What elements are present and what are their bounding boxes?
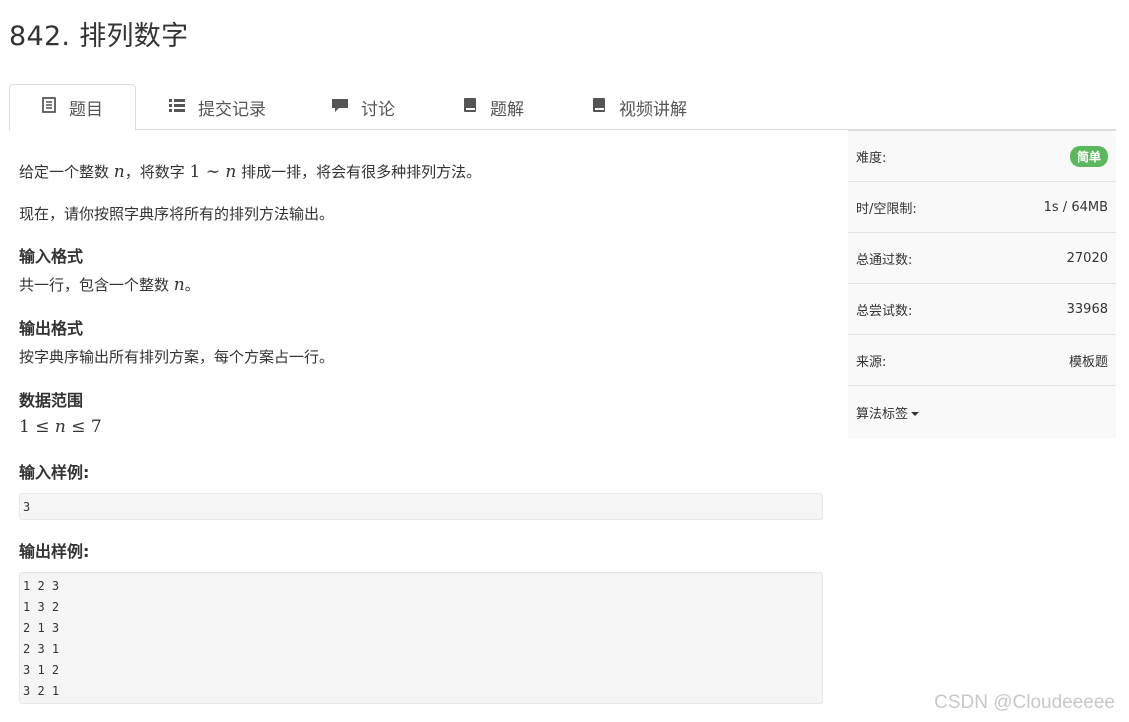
text: 共一行，包含一个整数: [19, 276, 174, 294]
algorithm-tags-toggle[interactable]: 算法标签: [848, 386, 1116, 438]
tab-submissions[interactable]: 提交记录: [168, 84, 266, 130]
math-num: 1: [189, 162, 201, 182]
comment-icon: [331, 97, 349, 118]
description-line-1: 给定一个整数 n，将数字 1 ∼ n 排成一排，将会有很多种排列方法。: [19, 161, 481, 182]
tab-video[interactable]: 视频讲解: [591, 84, 687, 130]
source-value[interactable]: 模板题: [1069, 351, 1108, 370]
attempts-label: 总尝试数:: [856, 303, 913, 319]
code-line: 1 2 3: [23, 579, 60, 593]
page-title: 842. 排列数字: [9, 21, 189, 52]
tab-label: 提交记录: [198, 99, 266, 120]
tab-label: 讨论: [361, 99, 395, 120]
difficulty-row: 难度: 简单: [848, 131, 1116, 182]
input-format-heading: 输入格式: [19, 247, 84, 266]
math-op: ≤: [29, 417, 55, 437]
sample-output-heading: 输出样例:: [19, 542, 90, 561]
math-var: n: [173, 275, 185, 295]
tab-problem[interactable]: 题目: [9, 84, 136, 131]
sample-output-block[interactable]: 1 2 3 1 3 2 2 1 3 2 3 1 3 1 2 3 2 1: [19, 572, 823, 704]
source-label: 来源:: [856, 354, 887, 370]
math-var: n: [54, 417, 66, 437]
text: ，将数字: [124, 163, 190, 181]
limit-value: 1s / 64MB: [1043, 199, 1108, 215]
text: 给定一个整数: [19, 163, 114, 181]
data-range-formula: 1 ≤ n ≤ 7: [19, 416, 102, 437]
input-format-text: 共一行，包含一个整数 n。: [19, 274, 200, 295]
code-line: 1 3 2: [23, 600, 60, 614]
source-row: 来源: 模板题: [848, 335, 1116, 386]
text: 排成一排，将会有很多种排列方法。: [236, 163, 482, 181]
math-num: 1: [19, 417, 30, 437]
sample-input-block[interactable]: 3: [19, 493, 823, 520]
math-var: n: [113, 162, 125, 182]
problem-info-sidebar: 难度: 简单 时/空限制: 1s / 64MB 总通过数: 27020 总尝试数…: [848, 130, 1116, 438]
output-format-heading: 输出格式: [19, 319, 84, 338]
passed-row: 总通过数: 27020: [848, 233, 1116, 284]
description-line-2: 现在，请你按照字典序将所有的排列方法输出。: [19, 205, 335, 223]
passed-label: 总通过数:: [856, 252, 913, 268]
code-line: 3: [23, 500, 31, 514]
list-icon: [168, 97, 186, 118]
code-line: 3 1 2: [23, 663, 60, 677]
document-icon: [41, 97, 57, 118]
attempts-value: 33968: [1066, 301, 1108, 317]
caret-down-icon: [911, 412, 920, 416]
difficulty-badge: 简单: [1069, 145, 1108, 167]
limit-label: 时/空限制:: [856, 201, 917, 217]
difficulty-label: 难度:: [856, 150, 887, 166]
tab-label: 题解: [490, 99, 524, 120]
attempts-row: 总尝试数: 33968: [848, 284, 1116, 335]
math-op: ∼: [200, 162, 226, 182]
algorithm-tags-label: 算法标签: [856, 406, 909, 422]
book-icon: [591, 97, 607, 118]
math-var: n: [225, 162, 237, 182]
math-num: 7: [90, 417, 102, 437]
tab-label: 题目: [69, 100, 103, 120]
data-range-heading: 数据范围: [19, 391, 84, 410]
passed-value: 27020: [1066, 250, 1108, 266]
output-format-text: 按字典序输出所有排列方案，每个方案占一行。: [19, 348, 335, 366]
tab-solutions[interactable]: 题解: [462, 84, 524, 130]
code-line: 2 1 3: [23, 621, 60, 635]
text: 。: [184, 276, 200, 294]
tab-bar: 题目 提交记录 讨论 题解 视频讲解: [9, 84, 1116, 131]
tab-discussion[interactable]: 讨论: [331, 84, 395, 130]
watermark: CSDN @Cloudeeeee: [934, 692, 1115, 713]
sample-input-heading: 输入样例:: [19, 463, 90, 482]
book-icon: [462, 97, 478, 118]
algorithm-tags-dropdown[interactable]: 算法标签: [856, 403, 920, 422]
code-line: 3 2 1: [23, 684, 60, 698]
math-op: ≤: [65, 417, 91, 437]
tab-label: 视频讲解: [619, 99, 687, 120]
limit-row: 时/空限制: 1s / 64MB: [848, 182, 1116, 233]
code-line: 2 3 1: [23, 642, 60, 656]
